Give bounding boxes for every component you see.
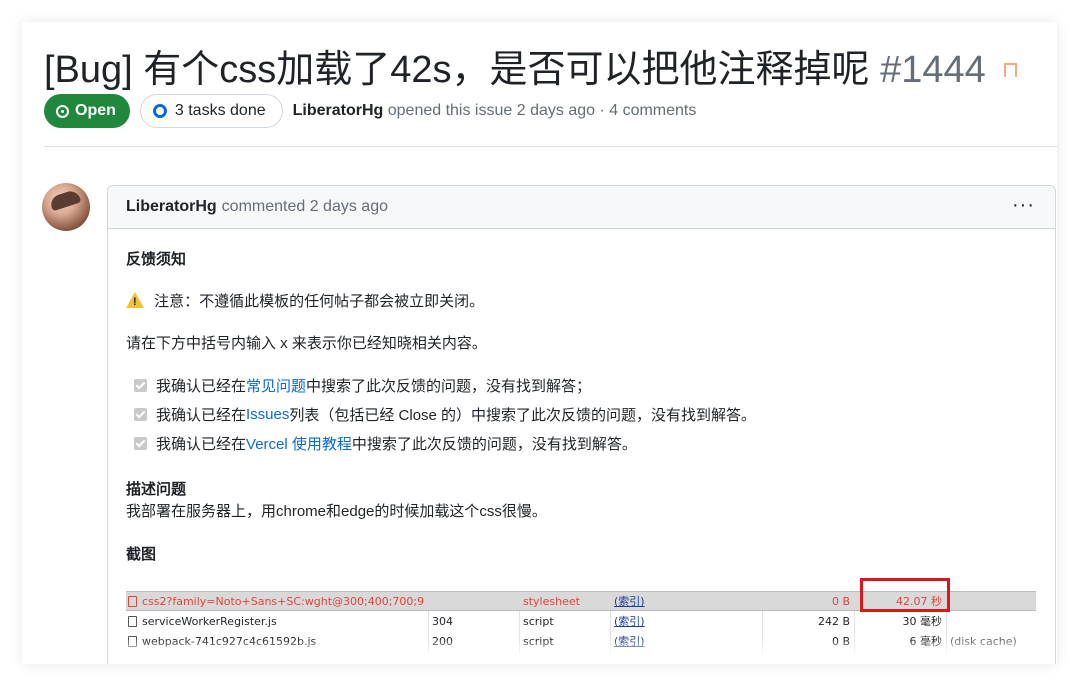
issue-title: [Bug] 有个css加载了42s，是否可以把他注释掉呢 #1444 [44,38,1018,93]
request-name: serviceWorkerRegister.js [128,615,424,628]
more-options-icon[interactable]: ··· [1012,194,1035,217]
screenshot-heading: 截图 [126,546,157,563]
opened-text: opened this issue 2 days ago · 4 comment… [387,102,697,119]
instruction-text: 请在下方中括号内输入 x 来表示你已经知晓相关内容。 [126,335,487,352]
request-time: 30 毫秒 [902,615,943,628]
comment-meta[interactable]: commented 2 days ago [222,198,388,216]
request-size: 0 B [831,594,850,608]
feedback-heading: 反馈须知 [126,251,187,268]
warning-line: ! 注意：不遵循此模板的任何帖子都会被立即关闭。 [126,290,484,311]
screenshot-fade [126,639,1036,657]
task-text: 中搜索了此次反馈的问题，没有找到解答。 [351,436,637,453]
task-text: 我确认已经在 [156,378,247,395]
task-item: 我确认已经在 Issues 列表（包括已经 Close 的）中搜索了此次反馈的问… [134,404,756,425]
status-badge: Open [44,94,130,128]
request-initiator: (索引) [614,615,645,628]
highlight-box [860,578,950,612]
bookmark-icon[interactable] [1004,62,1018,77]
task-text: 列表（包括已经 Close 的）中搜索了此次反馈的问题，没有找到解答。 [289,407,757,424]
avatar[interactable] [42,183,90,231]
task-checkbox[interactable] [134,408,147,421]
issue-meta: Open 3 tasks done LiberatorHg opened thi… [44,93,696,129]
comment-author-link[interactable]: LiberatorHg [126,198,217,216]
issue-number: #1444 [880,49,986,91]
header-divider [44,146,1057,147]
task-checkbox[interactable] [134,379,147,392]
task-item: 我确认已经在 Vercel 使用教程 中搜索了此次反馈的问题，没有找到解答。 [134,433,637,454]
tasks-label: 3 tasks done [174,102,266,119]
warning-icon: ! [126,292,144,308]
issue-author-link[interactable]: LiberatorHg [293,102,384,119]
request-name: css2?family=Noto+Sans+SC:wght@300;400;70… [128,595,424,608]
task-checkbox[interactable] [134,437,147,450]
describe-text: 我部署在服务器上，用chrome和edge的时候加载这个css很慢。 [126,503,547,520]
file-icon [128,615,137,627]
request-type: stylesheet [523,594,580,608]
request-status: 304 [432,614,453,628]
progress-circle-icon [152,104,167,118]
warning-text: 注意：不遵循此模板的任何帖子都会被立即关闭。 [154,293,485,310]
request-size: 242 B [817,614,850,628]
issue-title-text: [Bug] 有个css加载了42s，是否可以把他注释掉呢 [44,49,870,91]
request-type: script [523,614,554,628]
issue-opened-info: LiberatorHg opened this issue 2 days ago… [293,102,697,120]
comment-header: LiberatorHg commented 2 days ago ··· [108,186,1055,229]
task-item: 我确认已经在 常见问题 中搜索了此次反馈的问题，没有找到解答； [134,375,591,396]
task-text: 我确认已经在 [156,436,247,453]
issues-link[interactable]: Issues [246,406,289,423]
issue-page: [Bug] 有个css加载了42s，是否可以把他注释掉呢 #1444 Open … [22,22,1057,664]
status-label: Open [75,102,116,119]
request-initiator: (索引) [614,595,645,608]
vercel-tutorial-link[interactable]: Vercel 使用教程 [246,433,352,454]
task-text: 中搜索了此次反馈的问题，没有找到解答； [306,378,592,395]
comment-box: LiberatorHg commented 2 days ago ··· 反馈须… [107,185,1056,664]
task-text: 我确认已经在 [156,407,247,424]
network-row: serviceWorkerRegister.js 304 script (索引)… [126,611,1036,631]
faq-link[interactable]: 常见问题 [246,375,306,396]
describe-heading: 描述问题 [126,481,187,498]
tasks-progress-button[interactable]: 3 tasks done [139,94,283,128]
issue-opened-icon [56,104,69,118]
file-icon [128,595,137,607]
